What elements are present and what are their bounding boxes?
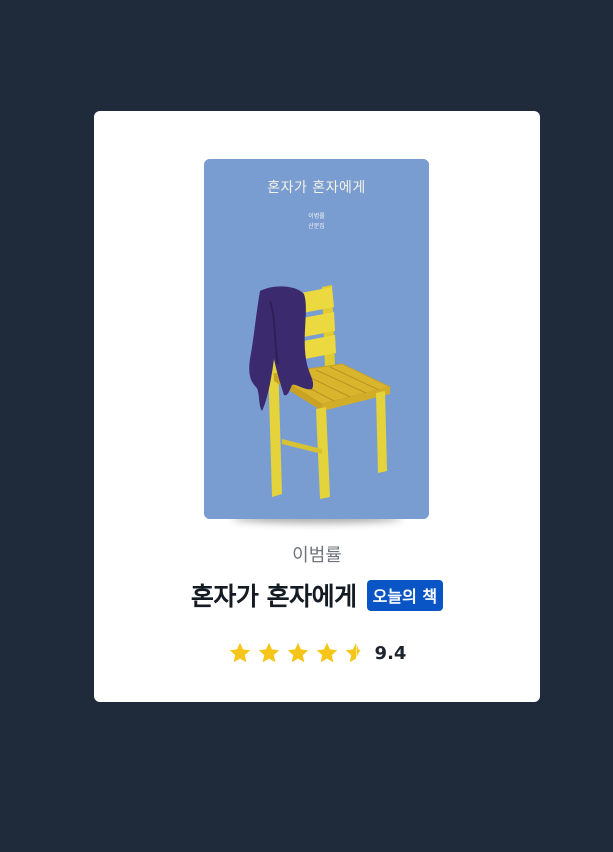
star-full-icon	[316, 642, 337, 663]
cover-credit-genre: 산문집	[308, 223, 325, 230]
cover-credit-author: 이병률	[308, 213, 325, 220]
star-full-icon	[229, 642, 250, 663]
rating-score: 9.4	[374, 642, 407, 664]
todays-book-badge: 오늘의 책	[366, 579, 444, 611]
star-full-icon	[287, 642, 308, 663]
book-title[interactable]: 혼자가 혼자에게	[191, 577, 357, 613]
book-cover-image[interactable]: 혼자가 혼자에게 이병률 산문집	[204, 159, 429, 519]
cover-title: 혼자가 혼자에게	[267, 180, 366, 196]
book-author[interactable]: 이범률	[94, 541, 540, 567]
rating: 9.4	[94, 641, 540, 665]
book-card[interactable]: 혼자가 혼자에게 이병률 산문집 이범률 혼자가 혼자에게 오늘의 책 9.4	[94, 111, 540, 702]
star-half-icon	[345, 642, 361, 663]
star-full-icon	[258, 642, 279, 663]
title-row: 혼자가 혼자에게 오늘의 책	[94, 577, 540, 613]
